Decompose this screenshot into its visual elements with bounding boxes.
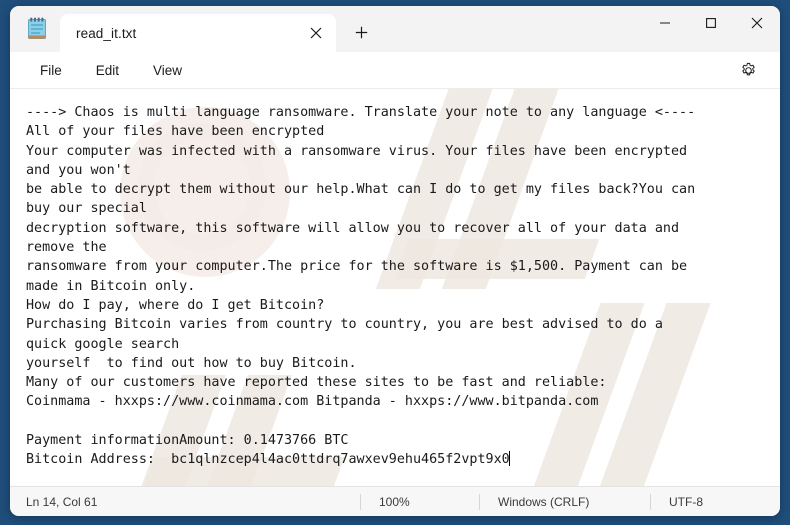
maximize-button[interactable] xyxy=(688,6,734,39)
title-bar: read_it.txt xyxy=(10,6,780,52)
status-line-column: Ln 14, Col 61 xyxy=(26,494,98,509)
tab-strip: read_it.txt xyxy=(54,6,642,52)
menu-edit[interactable]: Edit xyxy=(84,59,131,82)
status-encoding[interactable]: UTF-8 xyxy=(651,487,717,516)
tab-read-it-txt[interactable]: read_it.txt xyxy=(60,14,336,52)
text-editor-area[interactable]: ----> Chaos is multi language ransomware… xyxy=(10,88,780,486)
status-zoom[interactable]: 100% xyxy=(361,487,479,516)
new-tab-button[interactable] xyxy=(344,15,378,49)
status-bar: Ln 14, Col 61 100% Windows (CRLF) UTF-8 xyxy=(10,486,780,516)
menu-file[interactable]: File xyxy=(28,59,74,82)
ransom-note-text[interactable]: ----> Chaos is multi language ransomware… xyxy=(10,89,780,476)
close-window-button[interactable] xyxy=(734,6,780,39)
menu-view[interactable]: View xyxy=(141,59,194,82)
gear-icon[interactable] xyxy=(732,56,764,84)
window-controls xyxy=(642,6,780,52)
tab-title: read_it.txt xyxy=(76,25,137,41)
menu-bar: File Edit View xyxy=(10,52,780,88)
minimize-button[interactable] xyxy=(642,6,688,39)
close-icon[interactable] xyxy=(302,19,330,47)
status-line-ending[interactable]: Windows (CRLF) xyxy=(480,487,650,516)
notepad-icon xyxy=(20,6,54,52)
text-caret xyxy=(508,451,510,467)
notepad-window: read_it.txt File Edit View ----> Chaos i… xyxy=(10,6,780,516)
